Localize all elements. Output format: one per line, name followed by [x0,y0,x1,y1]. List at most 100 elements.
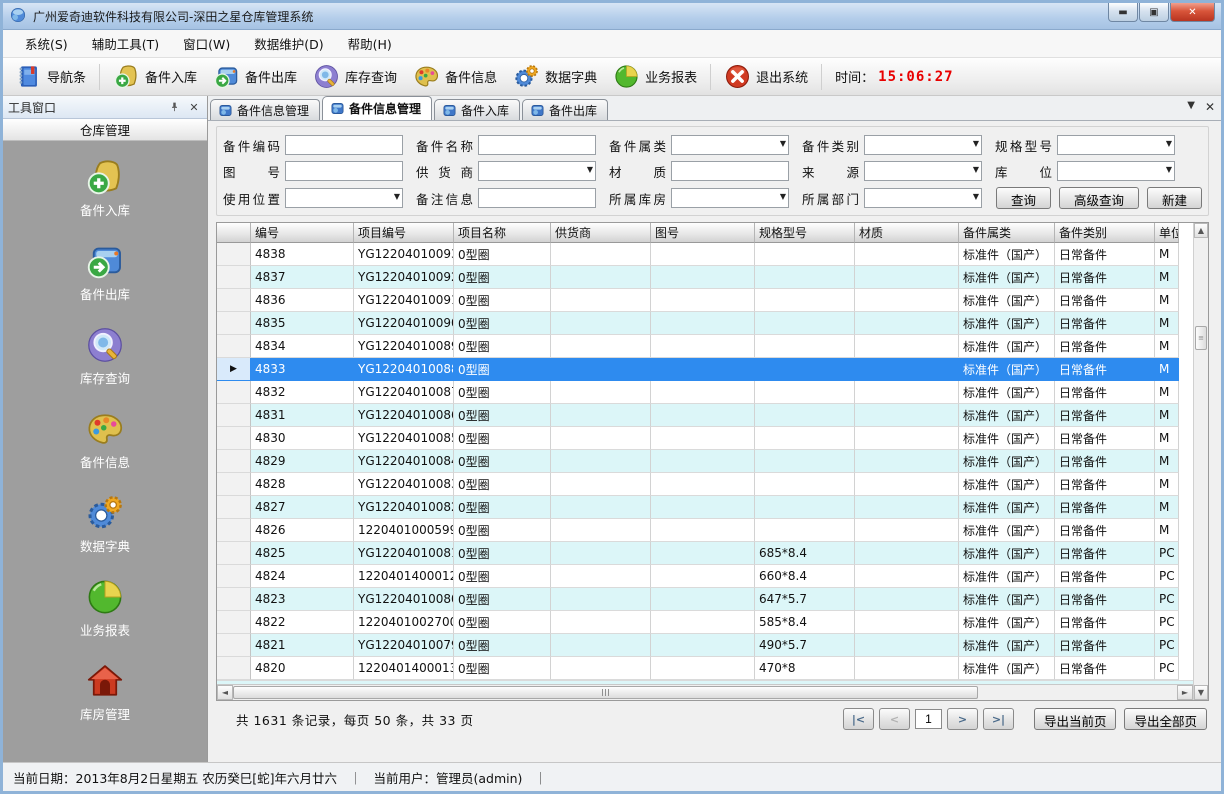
next-page-button[interactable]: > [947,708,978,730]
sidebar-item-spare-in[interactable]: 备件入库 [45,157,165,219]
spare-category-combo[interactable]: ▼ [671,135,789,155]
column-header-7[interactable]: 备件属类 [959,223,1055,243]
spec-model-combo[interactable]: ▼ [1057,135,1175,155]
table-row[interactable]: 482212204010027000型圈585*8.4标准件（国产）日常备件PC [217,611,1193,634]
table-row[interactable]: 4828YG122040100830型圈标准件（国产）日常备件M [217,473,1193,496]
tab-0[interactable]: 备件信息管理 [210,99,320,120]
cell [651,473,755,496]
toolbar-button-stock-query[interactable]: 库存查询 [305,60,405,93]
column-header-5[interactable]: 规格型号 [755,223,855,243]
table-row[interactable]: 4830YG122040100850型圈标准件（国产）日常备件M [217,427,1193,450]
sidebar-item-warehouse[interactable]: 库房管理 [45,661,165,723]
toolbar-button-report[interactable]: 业务报表 [605,60,705,93]
table-row[interactable]: 4829YG122040100840型圈标准件（国产）日常备件M [217,450,1193,473]
table-row[interactable]: ▶4833YG122040100880型圈标准件（国产）日常备件M [217,358,1193,381]
sidebar-item-spare-out[interactable]: 备件出库 [45,241,165,303]
table-row[interactable]: 4823YG122040100800型圈647*5.7标准件（国产）日常备件PC [217,588,1193,611]
table-row[interactable]: 4835YG122040100900型圈标准件（国产）日常备件M [217,312,1193,335]
h-scroll-thumb[interactable] [233,686,978,699]
supplier-combo[interactable]: ▼ [478,161,596,181]
prev-page-button[interactable]: < [879,708,910,730]
table-row[interactable]: 4834YG122040100890型圈标准件（国产）日常备件M [217,335,1193,358]
v-scroll-thumb[interactable]: ≡ [1195,326,1207,350]
scroll-up-icon[interactable]: ▲ [1194,223,1208,238]
horizontal-scrollbar[interactable]: ◄ ► [217,684,1193,700]
page-number-input[interactable] [915,709,942,729]
toolbar-button-data-dict[interactable]: 数据字典 [505,60,605,93]
table-row[interactable]: 4825YG122040100810型圈685*8.4标准件（国产）日常备件PC [217,542,1193,565]
cell [651,358,755,381]
table-row[interactable]: 4838YG122040100930型圈标准件（国产）日常备件M [217,243,1193,266]
tab-close-icon[interactable]: ✕ [1205,100,1215,114]
spare-code-input[interactable] [285,135,403,155]
department-combo[interactable]: ▼ [864,188,982,208]
table-row[interactable]: 4837YG122040100920型圈标准件（国产）日常备件M [217,266,1193,289]
warehouse-combo[interactable]: ▼ [671,188,789,208]
scroll-right-icon[interactable]: ► [1177,685,1193,700]
menu-item-3[interactable]: 数据维护(D) [242,30,335,57]
table-row[interactable]: 482412204014000120型圈660*8.4标准件（国产）日常备件PC [217,565,1193,588]
toolbar-button-spare-in[interactable]: 备件入库 [105,60,205,93]
remark-input[interactable] [478,188,596,208]
toolbar-button-navbar[interactable]: 导航条 [7,60,94,93]
cell: 660*8.4 [755,565,855,588]
last-page-button[interactable]: >| [983,708,1014,730]
column-header-0[interactable]: 编号 [251,223,354,243]
table-row[interactable]: 4831YG122040100860型圈标准件（国产）日常备件M [217,404,1193,427]
material-input[interactable] [671,161,789,181]
column-header-4[interactable]: 图号 [651,223,755,243]
table-row[interactable]: 4832YG122040100870型圈标准件（国产）日常备件M [217,381,1193,404]
column-header-6[interactable]: 材质 [855,223,959,243]
scroll-down-icon[interactable]: ▼ [1194,685,1208,700]
sidebar-item-report[interactable]: 业务报表 [45,577,165,639]
query-button[interactable]: 查询 [996,187,1051,209]
column-header-8[interactable]: 备件类别 [1055,223,1155,243]
filter-label-source: 来源 [802,162,864,181]
source-combo[interactable]: ▼ [864,161,982,181]
cell: 日常备件 [1055,634,1155,657]
sidebar-item-stock-query[interactable]: 库存查询 [45,325,165,387]
chevron-down-icon: ▼ [1166,139,1172,148]
close-button[interactable]: ✕ [1170,3,1215,22]
column-header-1[interactable]: 项目编号 [354,223,454,243]
pin-icon[interactable] [166,99,182,115]
drawing-no-input[interactable] [285,161,403,181]
export-current-page-button[interactable]: 导出当前页 [1034,708,1117,730]
export-all-pages-button[interactable]: 导出全部页 [1124,708,1207,730]
table-row[interactable]: 482612204010005990型圈标准件（国产）日常备件M [217,519,1193,542]
spare-name-input[interactable] [478,135,596,155]
table-row[interactable]: 482012204014000130型圈470*8标准件（国产）日常备件PC [217,657,1193,680]
close-panel-icon[interactable]: ✕ [186,99,202,115]
advanced-query-button[interactable]: 高级查询 [1059,187,1139,209]
toolbar-button-spare-info[interactable]: 备件信息 [405,60,505,93]
toolbar-button-exit[interactable]: 退出系统 [716,60,816,93]
scroll-left-icon[interactable]: ◄ [217,685,233,700]
table-row[interactable]: 4821YG122040100790型圈490*5.7标准件（国产）日常备件PC [217,634,1193,657]
tab-list-dropdown-icon[interactable]: ▼ [1187,100,1195,114]
menu-item-1[interactable]: 辅助工具(T) [80,30,171,57]
tab-2[interactable]: 备件入库 [434,99,520,120]
new-button[interactable]: 新建 [1147,187,1202,209]
maximize-button[interactable]: ▣ [1139,3,1169,22]
sidebar-item-data-dict[interactable]: 数据字典 [45,493,165,555]
minimize-button[interactable]: ▬ [1108,3,1138,22]
menu-item-0[interactable]: 系统(S) [13,30,80,57]
vertical-scrollbar[interactable]: ▲ ≡ ▼ [1193,223,1208,700]
cell [855,358,959,381]
toolbar-button-spare-out[interactable]: 备件出库 [205,60,305,93]
first-page-button[interactable]: |< [843,708,874,730]
column-header-2[interactable]: 项目名称 [454,223,551,243]
usage-position-combo[interactable]: ▼ [285,188,403,208]
menu-item-4[interactable]: 帮助(H) [336,30,404,57]
column-header-3[interactable]: 供货商 [551,223,651,243]
table-row[interactable]: 4827YG122040100820型圈标准件（国产）日常备件M [217,496,1193,519]
sidebar-item-spare-info[interactable]: 备件信息 [45,409,165,471]
tab-3[interactable]: 备件出库 [522,99,608,120]
tab-1[interactable]: 备件信息管理 [322,96,432,120]
spare-class-combo[interactable]: ▼ [864,135,982,155]
cell: 0型圈 [454,473,551,496]
menu-item-2[interactable]: 窗口(W) [171,30,242,57]
table-row[interactable]: 4836YG122040100910型圈标准件（国产）日常备件M [217,289,1193,312]
column-header-9[interactable]: 单位 [1155,223,1179,243]
location-combo[interactable]: ▼ [1057,161,1175,181]
